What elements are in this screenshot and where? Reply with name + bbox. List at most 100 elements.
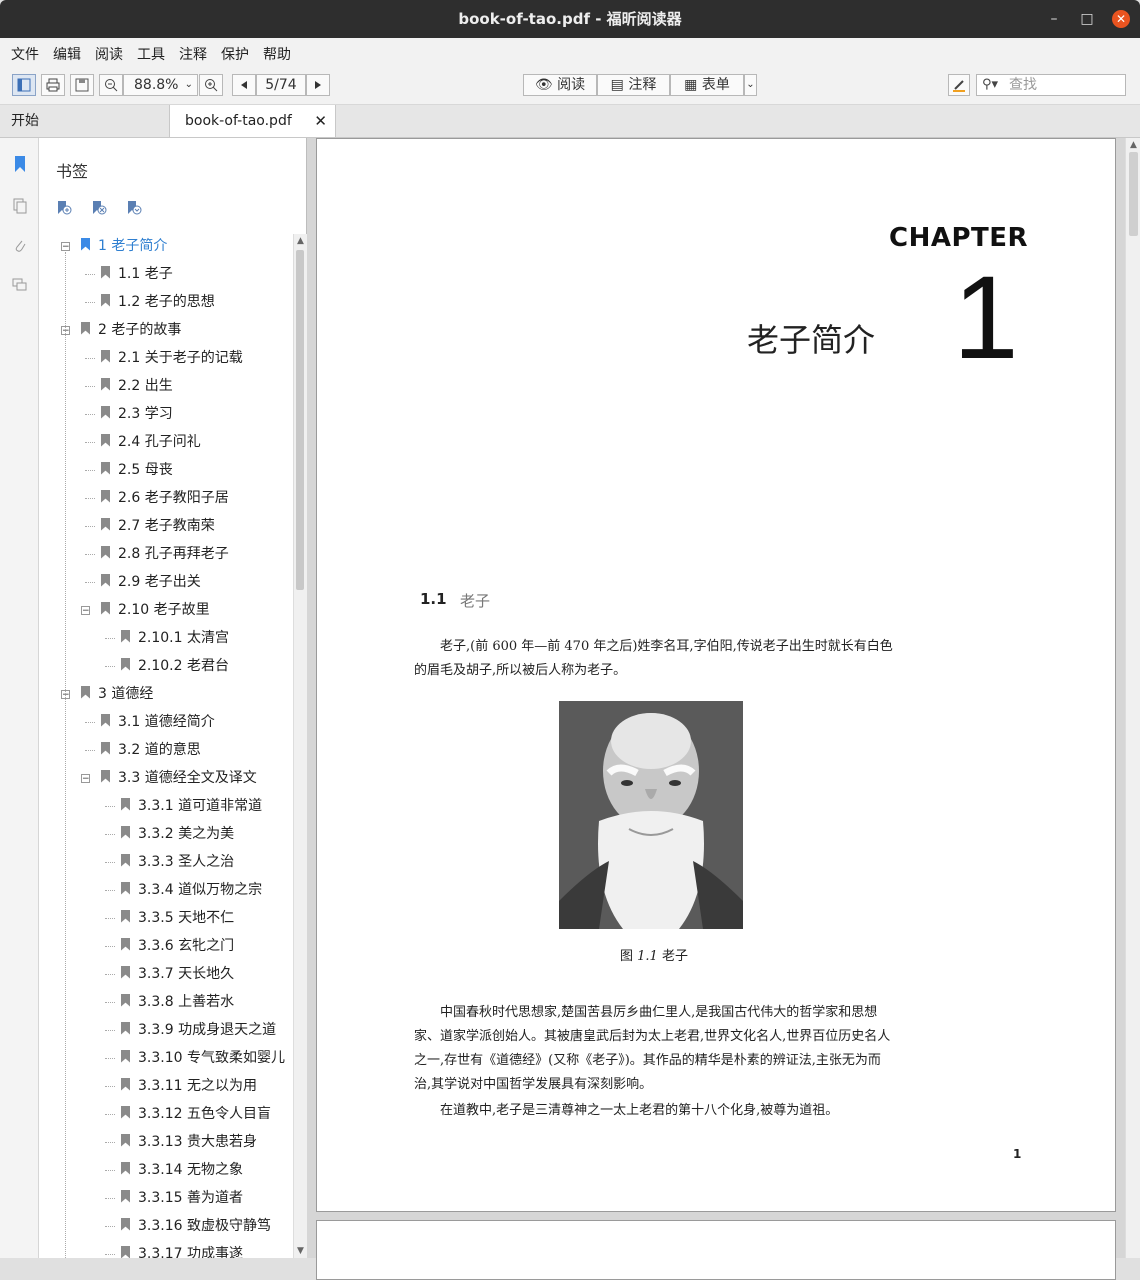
add-bookmark-icon[interactable] [56,200,72,216]
bookmark-label: 2.4 孔子问礼 [118,434,201,450]
bookmark-item[interactable]: 2.3 学习 [101,402,173,426]
minimize-button[interactable]: – [1045,10,1063,28]
bookmark-item[interactable]: 2.7 老子教南荣 [101,514,215,538]
bookmark-item[interactable]: 3.3.11 无之以为用 [121,1074,257,1098]
bookmark-scrollbar-thumb[interactable] [296,250,304,590]
tree-connector [85,722,95,723]
bookmark-item[interactable]: 3.2 道的意思 [101,738,201,762]
tree-connector [105,666,115,667]
bookmark-item[interactable]: 2.5 母丧 [101,458,173,482]
bookmark-item[interactable]: 2.10.1 太清宫 [121,626,229,650]
bookmark-item[interactable]: 1 老子简介 [81,234,167,258]
tree-connector [85,442,95,443]
bookmark-item[interactable]: 3.3.8 上善若水 [121,990,234,1014]
triangle-right-icon [315,81,321,89]
bookmark-item[interactable]: 2.1 关于老子的记载 [101,346,243,370]
bookmark-item[interactable]: 3.1 道德经简介 [101,710,215,734]
document-view: CHAPTER 1 老子简介 1.1 老子 老子,(前 600 年—前 470 … [307,138,1140,1280]
annotate-mode-button[interactable]: ▤ 注释 [597,74,670,96]
section-title: 老子 [460,592,491,610]
zoom-select[interactable]: 88.8% ⌄ [123,74,198,96]
bookmark-item[interactable]: 3.3.2 美之为美 [121,822,234,846]
bookmark-item[interactable]: 3.3.15 善为道者 [121,1186,243,1210]
menu-file[interactable]: 文件 [11,44,39,64]
bookmark-item[interactable]: 3.3.7 天长地久 [121,962,234,986]
collapse-toggle-icon[interactable]: − [81,606,90,616]
bookmark-item[interactable]: 2.6 老子教阳子居 [101,486,229,510]
menu-tools[interactable]: 工具 [137,44,165,64]
bookmark-item[interactable]: 2.8 孔子再拜老子 [101,542,229,566]
bookmark-item[interactable]: 3.3.13 贵大患若身 [121,1130,257,1154]
document-scrollbar[interactable]: ▲ [1125,138,1140,1258]
bookmark-item[interactable]: 1.1 老子 [101,262,173,286]
bookmark-item[interactable]: 2 老子的故事 [81,318,181,342]
expand-bookmark-icon[interactable] [126,200,142,216]
bookmark-item[interactable]: 2.10.2 老君台 [121,654,229,678]
comments-panel-icon[interactable] [11,278,29,296]
save-button[interactable] [70,74,94,96]
form-mode-button[interactable]: ▦ 表单 [670,74,744,96]
collapse-toggle-icon[interactable]: − [81,774,90,784]
bookmark-item[interactable]: 3.3.16 致虚极守静笃 [121,1214,271,1238]
menu-edit[interactable]: 编辑 [53,44,81,64]
search-input[interactable]: ⚲▾ 查找 [976,74,1126,96]
bookmark-item[interactable]: 2.4 孔子问礼 [101,430,201,454]
bookmark-label: 1.2 老子的思想 [118,294,215,310]
next-page-button[interactable] [306,74,330,96]
bookmark-item[interactable]: 3.3.4 道似万物之宗 [121,878,262,902]
bookmark-scrollbar[interactable]: ▲ ▼ [293,234,307,1258]
bookmark-panel-icon[interactable] [11,156,29,174]
bookmark-item[interactable]: 3.3.9 功成身退天之道 [121,1018,276,1042]
menu-read[interactable]: 阅读 [95,44,123,64]
menu-bar: 文件 编辑 阅读 工具 注释 保护 帮助 [0,38,1140,68]
highlight-button[interactable] [948,74,970,96]
caption-number: 1.1 [637,949,658,964]
menu-help[interactable]: 帮助 [263,44,291,64]
scroll-up-icon[interactable]: ▲ [1129,140,1138,150]
scroll-down-icon[interactable]: ▼ [296,1246,305,1256]
bookmark-item[interactable]: 3.3.14 无物之象 [121,1158,243,1182]
bookmark-label: 3.3.5 天地不仁 [138,910,235,926]
bookmark-item[interactable]: 3.3.17 功成事遂 [121,1242,243,1258]
pages-panel-icon[interactable] [11,198,29,216]
bookmark-item[interactable]: 3.3 道德经全文及译文 [101,766,257,790]
read-mode-button[interactable]: 👁 阅读 [523,74,597,96]
maximize-button[interactable]: □ [1078,10,1096,28]
close-tab-icon[interactable]: ✕ [314,105,327,137]
page-number-input[interactable]: 5/74 [256,74,306,96]
attachment-panel-icon[interactable] [11,238,29,256]
zoom-out-button[interactable] [99,74,123,96]
bookmark-icon [121,1245,130,1258]
bookmark-icon [121,797,130,811]
print-button[interactable] [41,74,65,96]
delete-bookmark-icon[interactable] [91,200,107,216]
close-window-button[interactable]: ✕ [1112,10,1130,28]
zoom-in-button[interactable] [199,74,223,96]
bookmark-item[interactable]: 1.2 老子的思想 [101,290,215,314]
bookmark-icon [101,573,110,587]
bookmark-item[interactable]: 3.3.5 天地不仁 [121,906,234,930]
collapse-toggle-icon[interactable]: − [61,242,70,252]
bookmark-item[interactable]: 3.3.10 专气致柔如婴儿 [121,1046,285,1070]
bookmark-item[interactable]: 3.3.3 圣人之治 [121,850,234,874]
document-scrollbar-thumb[interactable] [1129,152,1138,236]
menu-annotate[interactable]: 注释 [179,44,207,64]
bookmark-item[interactable]: 2.9 老子出关 [101,570,201,594]
bookmark-label: 2.1 关于老子的记载 [118,350,243,366]
bookmark-item[interactable]: 3.3.12 五色令人目盲 [121,1102,271,1126]
bookmark-item[interactable]: 2.10 老子故里 [101,598,210,622]
bookmark-item[interactable]: 2.2 出生 [101,374,173,398]
bookmark-item[interactable]: 3 道德经 [81,682,153,706]
bookmark-label: 3.3.3 圣人之治 [138,854,235,870]
tab-home[interactable]: 开始 [0,105,170,137]
bookmark-item[interactable]: 3.3.6 玄牝之门 [121,934,234,958]
mode-dropdown-button[interactable]: ⌄ [744,74,757,96]
bookmark-icon [101,461,110,475]
tree-connector [85,414,95,415]
tab-document[interactable]: book-of-tao.pdf ✕ [170,105,336,137]
bookmark-item[interactable]: 3.3.1 道可道非常道 [121,794,262,818]
sidebar-toggle-button[interactable] [12,74,36,96]
prev-page-button[interactable] [232,74,256,96]
scroll-up-icon[interactable]: ▲ [296,236,305,246]
menu-protect[interactable]: 保护 [221,44,249,64]
